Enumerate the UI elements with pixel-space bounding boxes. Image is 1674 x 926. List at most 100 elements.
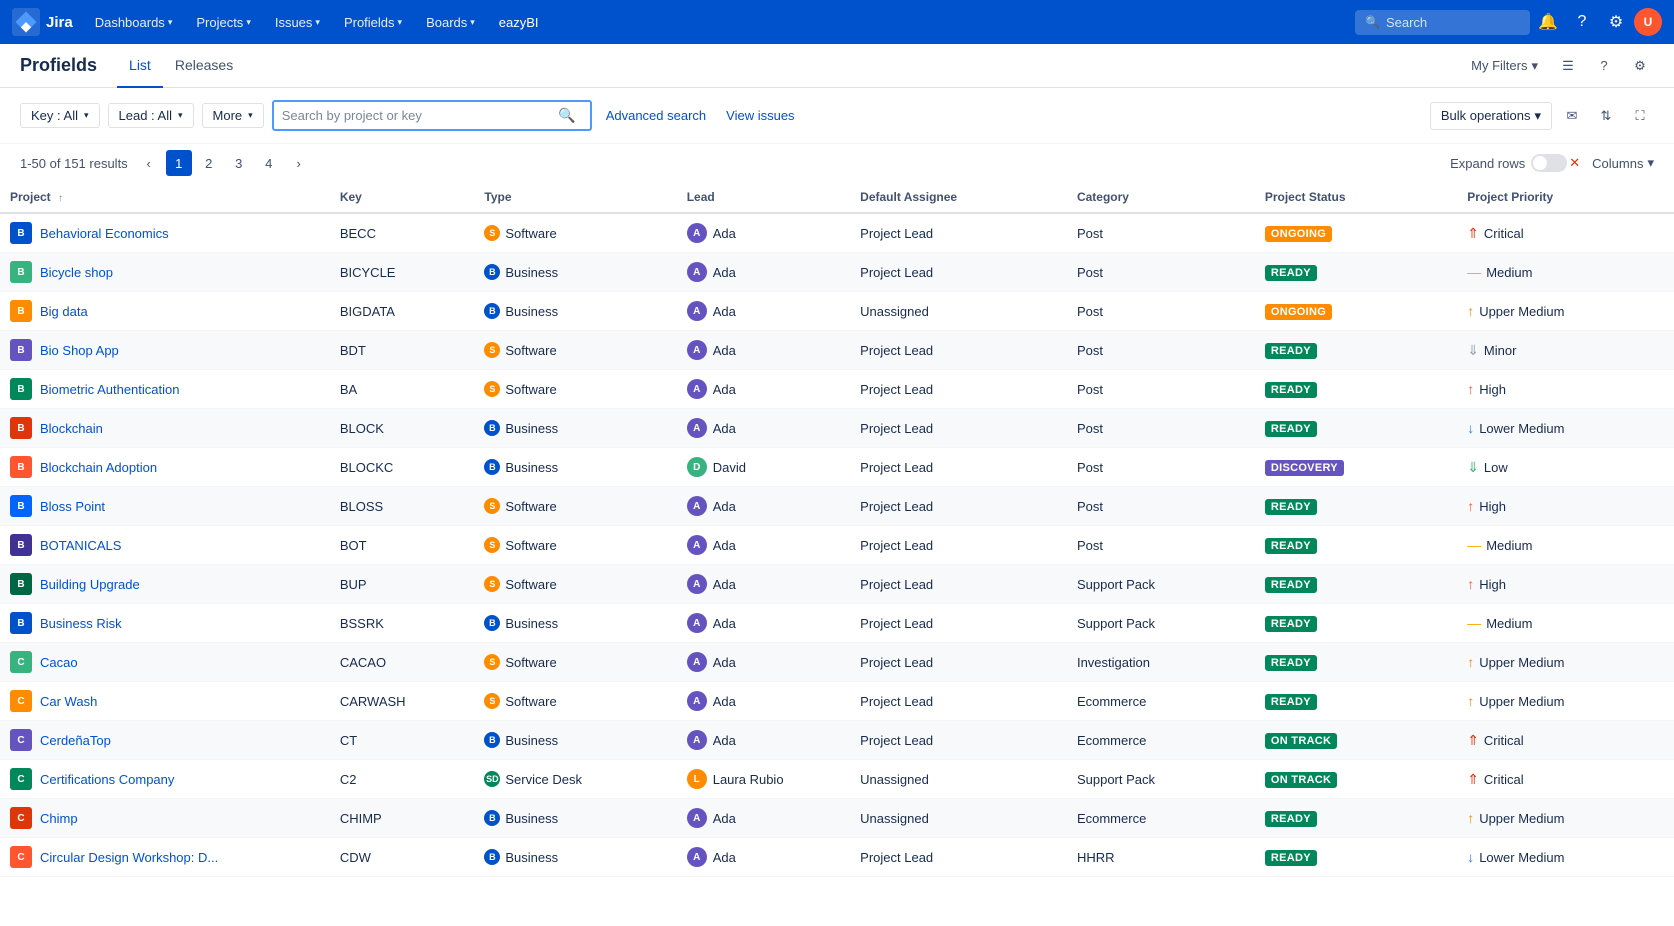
toggle-x: ✕ bbox=[1569, 155, 1580, 171]
lead-filter[interactable]: Lead : All ▾ bbox=[108, 103, 194, 128]
lead-name: Ada bbox=[713, 733, 736, 748]
advanced-search-link[interactable]: Advanced search bbox=[600, 104, 712, 127]
page-1-button[interactable]: 1 bbox=[166, 150, 192, 176]
more-filter[interactable]: More ▾ bbox=[202, 103, 264, 128]
table-row: B Blockchain Adoption BLOCKC B Business … bbox=[0, 448, 1674, 487]
cell-status: READY bbox=[1255, 799, 1457, 838]
lead-avatar: A bbox=[687, 847, 707, 867]
lead-name: Ada bbox=[713, 694, 736, 709]
cell-key: BIGDATA bbox=[330, 292, 475, 331]
column-type[interactable]: Type bbox=[474, 182, 676, 213]
project-name-link[interactable]: Chimp bbox=[40, 811, 78, 826]
project-name-link[interactable]: Certifications Company bbox=[40, 772, 174, 787]
project-icon: C bbox=[10, 846, 32, 868]
column-status[interactable]: Project Status bbox=[1255, 182, 1457, 213]
project-search-icon[interactable]: 🔍 bbox=[552, 105, 581, 126]
sort-icon[interactable]: ⇅ bbox=[1592, 102, 1620, 130]
cell-category: HHRR bbox=[1067, 838, 1255, 877]
search-input[interactable] bbox=[1386, 15, 1516, 30]
cell-priority: ↑ High bbox=[1457, 487, 1674, 526]
tab-releases[interactable]: Releases bbox=[163, 44, 245, 88]
cell-category: Post bbox=[1067, 448, 1255, 487]
prev-page-button[interactable]: ‹ bbox=[136, 150, 162, 176]
project-name-link[interactable]: Behavioral Economics bbox=[40, 226, 169, 241]
key-filter[interactable]: Key : All ▾ bbox=[20, 103, 100, 128]
column-category[interactable]: Category bbox=[1067, 182, 1255, 213]
issues-menu[interactable]: Issues ▾ bbox=[265, 0, 330, 44]
cell-project: B Behavioral Economics bbox=[0, 213, 330, 253]
project-name-link[interactable]: Circular Design Workshop: D... bbox=[40, 850, 218, 865]
project-name-link[interactable]: Biometric Authentication bbox=[40, 382, 179, 397]
boards-menu[interactable]: Boards ▾ bbox=[416, 0, 485, 44]
type-icon: S bbox=[484, 342, 500, 358]
search-bar[interactable]: 🔍 bbox=[1355, 10, 1530, 35]
cell-project: B Blockchain bbox=[0, 409, 330, 448]
dashboards-menu[interactable]: Dashboards ▾ bbox=[85, 0, 183, 44]
cell-key: BOT bbox=[330, 526, 475, 565]
mail-icon[interactable]: ✉ bbox=[1558, 102, 1586, 130]
cell-type: S Software bbox=[474, 331, 676, 370]
priority-label: Medium bbox=[1486, 265, 1532, 280]
project-name-link[interactable]: CerdeñaTop bbox=[40, 733, 111, 748]
lead-name: Ada bbox=[713, 850, 736, 865]
projects-menu[interactable]: Projects ▾ bbox=[186, 0, 261, 44]
project-name-link[interactable]: Bloss Point bbox=[40, 499, 105, 514]
project-name-link[interactable]: BOTANICALS bbox=[40, 538, 121, 553]
lead-name: Ada bbox=[713, 421, 736, 436]
lead-name: Ada bbox=[713, 226, 736, 241]
search-icon: 🔍 bbox=[1365, 15, 1380, 29]
project-search-box: 🔍 bbox=[272, 100, 592, 131]
save-filter-button[interactable]: ☰ bbox=[1554, 52, 1582, 80]
eazybi-menu[interactable]: eazyBI bbox=[489, 15, 549, 30]
column-priority[interactable]: Project Priority bbox=[1457, 182, 1674, 213]
tab-list[interactable]: List bbox=[117, 44, 163, 88]
help-sub-button[interactable]: ? bbox=[1590, 52, 1618, 80]
column-project[interactable]: Project ↑ bbox=[0, 182, 330, 213]
project-name-link[interactable]: Business Risk bbox=[40, 616, 122, 631]
bulk-operations-button[interactable]: Bulk operations ▾ bbox=[1430, 102, 1552, 130]
settings-button[interactable]: ⚙ bbox=[1600, 6, 1632, 38]
page-4-button[interactable]: 4 bbox=[256, 150, 282, 176]
priority-icon: ↑ bbox=[1467, 576, 1474, 592]
user-avatar[interactable]: U bbox=[1634, 8, 1662, 36]
project-name-link[interactable]: Bio Shop App bbox=[40, 343, 119, 358]
view-issues-link[interactable]: View issues bbox=[720, 104, 800, 127]
columns-button[interactable]: Columns ▾ bbox=[1592, 155, 1654, 171]
project-name-link[interactable]: Blockchain bbox=[40, 421, 103, 436]
project-name-link[interactable]: Building Upgrade bbox=[40, 577, 140, 592]
table-row: B Bloss Point BLOSS S Software A Ada Pro… bbox=[0, 487, 1674, 526]
project-name-link[interactable]: Bicycle shop bbox=[40, 265, 113, 280]
cell-project: B Bloss Point bbox=[0, 487, 330, 526]
project-name-link[interactable]: Cacao bbox=[40, 655, 78, 670]
project-search-input[interactable] bbox=[282, 108, 553, 123]
column-lead[interactable]: Lead bbox=[677, 182, 850, 213]
status-badge: ON TRACK bbox=[1265, 772, 1337, 788]
page-3-button[interactable]: 3 bbox=[226, 150, 252, 176]
page-2-button[interactable]: 2 bbox=[196, 150, 222, 176]
cell-key: BUP bbox=[330, 565, 475, 604]
status-badge: READY bbox=[1265, 655, 1317, 671]
expand-icon[interactable]: ⛶ bbox=[1626, 102, 1654, 130]
project-icon: B bbox=[10, 417, 32, 439]
cell-status: DISCOVERY bbox=[1255, 448, 1457, 487]
column-key[interactable]: Key bbox=[330, 182, 475, 213]
project-name-link[interactable]: Car Wash bbox=[40, 694, 97, 709]
jira-logo[interactable]: Jira bbox=[12, 8, 73, 36]
next-page-button[interactable]: › bbox=[286, 150, 312, 176]
settings-sub-button[interactable]: ⚙ bbox=[1626, 52, 1654, 80]
project-name-link[interactable]: Big data bbox=[40, 304, 88, 319]
cell-type: B Business bbox=[474, 409, 676, 448]
lead-filter-caret: ▾ bbox=[178, 110, 183, 121]
column-assignee[interactable]: Default Assignee bbox=[850, 182, 1067, 213]
status-badge: READY bbox=[1265, 343, 1317, 359]
cell-lead: A Ada bbox=[677, 799, 850, 838]
profields-menu[interactable]: Profields ▾ bbox=[334, 0, 412, 44]
project-name-link[interactable]: Blockchain Adoption bbox=[40, 460, 157, 475]
my-filters-button[interactable]: My Filters ▾ bbox=[1463, 54, 1546, 78]
table-body: B Behavioral Economics BECC S Software A… bbox=[0, 213, 1674, 877]
expand-rows-toggle[interactable] bbox=[1531, 154, 1567, 172]
help-button[interactable]: ? bbox=[1566, 6, 1598, 38]
notifications-button[interactable]: 🔔 bbox=[1532, 6, 1564, 38]
filterbar-right: Bulk operations ▾ ✉ ⇅ ⛶ bbox=[1430, 102, 1654, 130]
cell-key: C2 bbox=[330, 760, 475, 799]
